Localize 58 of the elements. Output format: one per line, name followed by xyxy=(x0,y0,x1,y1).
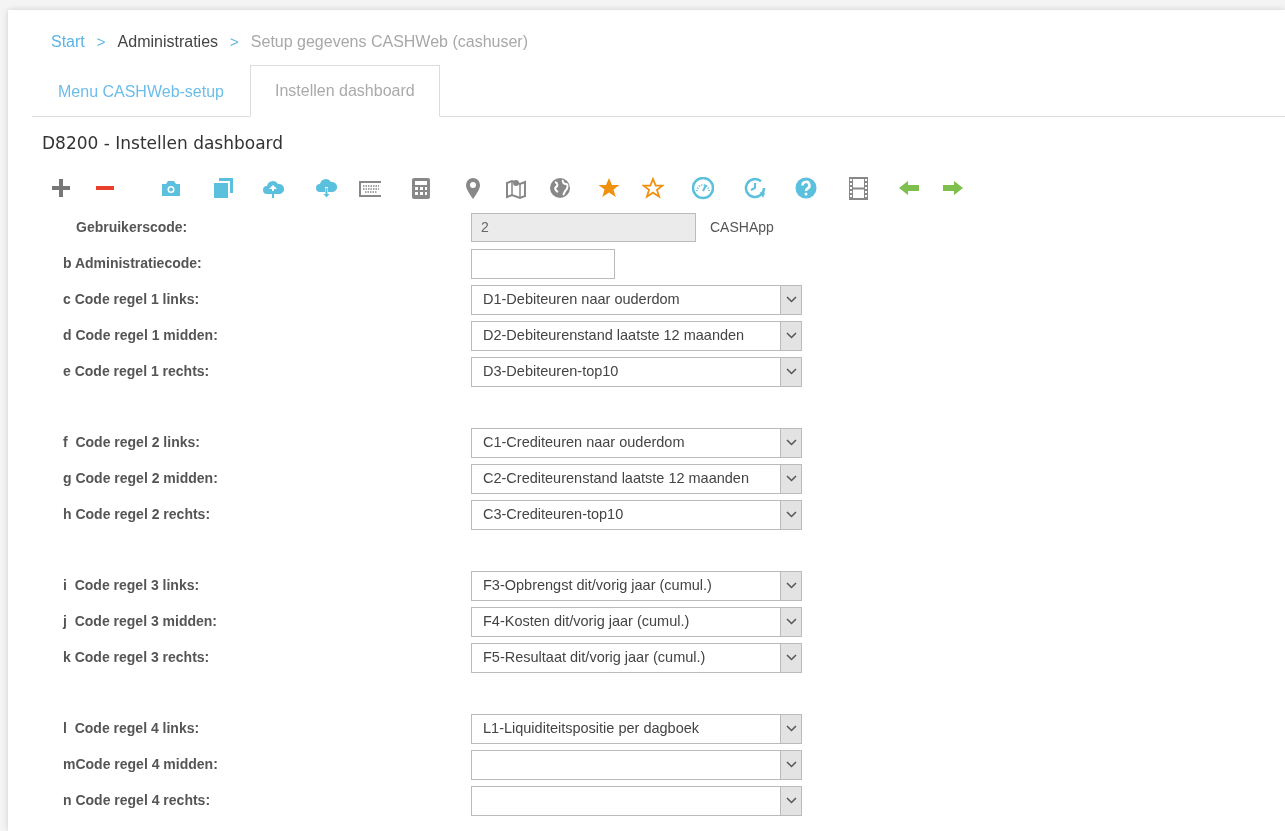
chevron-down-icon xyxy=(785,511,797,518)
cloud-download-icon[interactable] xyxy=(315,177,337,200)
chevron-down-icon xyxy=(785,654,797,661)
input-field: 2 xyxy=(471,213,696,242)
dropdown[interactable] xyxy=(471,749,802,780)
field-label: d Code regel 1 midden: xyxy=(63,326,219,345)
dropdown[interactable]: C1-Crediteuren naar ouderdom xyxy=(471,427,802,458)
chevron-down-icon xyxy=(785,725,797,732)
input-field[interactable] xyxy=(471,248,615,279)
page-title: D8200 - Instellen dashboard xyxy=(42,132,285,155)
dropdown[interactable]: F3-Opbrengst dit/vorig jaar (cumul.) xyxy=(471,570,802,601)
clock-icon[interactable] xyxy=(744,177,766,200)
film-icon[interactable] xyxy=(847,177,869,200)
star-icon[interactable] xyxy=(598,177,620,200)
field-label: b Administratiecode: xyxy=(63,254,203,273)
help-icon[interactable] xyxy=(795,177,817,200)
star-outline-icon[interactable] xyxy=(642,177,664,200)
breadcrumb-link[interactable]: Administraties xyxy=(117,30,219,54)
dropdown[interactable]: D2-Debiteurenstand laatste 12 maanden xyxy=(471,320,802,351)
field-label: h Code regel 2 rechts: xyxy=(63,505,212,524)
chevron-down-icon xyxy=(785,797,797,804)
field-label: j Code regel 3 midden: xyxy=(63,612,219,631)
breadcrumb-current: Setup gegevens CASHWeb (cashuser) xyxy=(250,32,528,52)
breadcrumb-separator: > xyxy=(96,31,106,52)
field-label: g Code regel 2 midden: xyxy=(63,469,219,488)
calculator-icon[interactable] xyxy=(410,177,432,200)
gauge-icon[interactable] xyxy=(692,177,714,200)
field-note: CASHApp xyxy=(710,218,774,237)
dropdown[interactable]: C3-Crediteuren-top10 xyxy=(471,499,802,530)
field-label: e Code regel 1 rechts: xyxy=(63,362,211,381)
copy-icon[interactable] xyxy=(212,177,234,200)
field-label: mCode regel 4 midden: xyxy=(63,755,219,774)
dropdown[interactable] xyxy=(471,785,802,816)
field-label: f Code regel 2 links: xyxy=(63,433,201,452)
dropdown[interactable]: F5-Resultaat dit/vorig jaar (cumul.) xyxy=(471,642,802,673)
chevron-down-icon xyxy=(785,332,797,339)
add-icon[interactable] xyxy=(50,177,72,200)
map-icon[interactable] xyxy=(505,177,527,200)
field-label: l Code regel 4 links: xyxy=(63,719,201,738)
chevron-down-icon xyxy=(785,439,797,446)
dropdown[interactable]: F4-Kosten dit/vorig jaar (cumul.) xyxy=(471,606,802,637)
field-label: n Code regel 4 rechts: xyxy=(63,791,212,810)
breadcrumb-separator: > xyxy=(230,31,239,52)
chevron-down-icon xyxy=(785,296,797,303)
chevron-down-icon xyxy=(785,761,797,768)
globe-icon[interactable] xyxy=(549,177,571,200)
chevron-down-icon xyxy=(785,368,797,375)
chevron-down-icon xyxy=(785,582,797,589)
dropdown[interactable]: L1-Liquiditeitspositie per dagboek xyxy=(471,713,802,744)
field-label: i Code regel 3 links: xyxy=(63,576,201,595)
field-label: Gebruikerscode: xyxy=(75,218,189,237)
dropdown[interactable]: C2-Crediteurenstand laatste 12 maanden xyxy=(471,463,802,494)
chevron-down-icon xyxy=(785,475,797,482)
field-label: k Code regel 3 rechts: xyxy=(63,648,211,667)
dropdown[interactable]: D1-Debiteuren naar ouderdom xyxy=(471,284,802,315)
chevron-down-icon xyxy=(785,618,797,625)
dropdown[interactable]: D3-Debiteuren-top10 xyxy=(471,356,802,387)
field-label: c Code regel 1 links: xyxy=(63,290,201,309)
